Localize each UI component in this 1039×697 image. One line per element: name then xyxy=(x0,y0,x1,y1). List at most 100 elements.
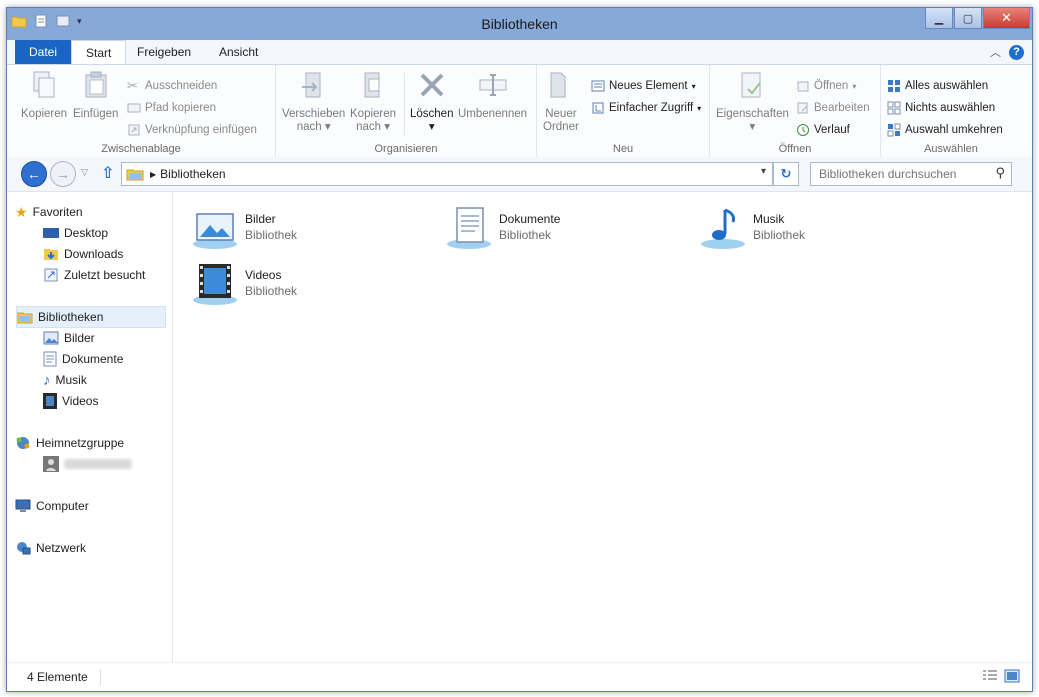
nav-item-zuletzt-besucht[interactable]: Zuletzt besucht xyxy=(43,265,145,285)
neuer-ordner-button[interactable]: Neuer Ordner xyxy=(543,69,579,134)
library-name: Bilder xyxy=(245,212,276,226)
nav-item-musik[interactable]: ♪ Musik xyxy=(43,370,87,390)
neues-element-button[interactable]: Neues Element ▾ xyxy=(591,77,696,95)
library-tile-videos[interactable]: Videos Bibliothek xyxy=(191,260,297,308)
rename-icon xyxy=(479,74,507,96)
close-button[interactable]: ✕ xyxy=(983,8,1030,29)
umbenennen-button[interactable]: Umbenennen xyxy=(458,69,527,121)
verknuepfung-einfuegen-button[interactable]: Verknüpfung einfügen xyxy=(127,121,257,139)
forward-button[interactable]: → xyxy=(50,161,76,187)
tab-start[interactable]: Start xyxy=(71,40,127,66)
group-label-neu: Neu xyxy=(612,143,634,155)
easy-access-icon xyxy=(592,102,604,114)
search-box[interactable]: ⚲ xyxy=(810,162,1012,186)
refresh-icon: ↻ xyxy=(780,166,792,181)
loeschen-button[interactable]: Löschen ▾ xyxy=(410,69,453,134)
auswahl-umkehren-button[interactable]: Auswahl umkehren xyxy=(887,121,1003,139)
navigation-pane: ★ Favoriten Desktop Downloads Zuletzt be… xyxy=(7,192,173,662)
search-input[interactable] xyxy=(817,166,991,182)
library-tile-musik[interactable]: Musik Bibliothek xyxy=(699,204,805,252)
minimize-button[interactable]: ▁ xyxy=(925,8,953,29)
copy-path-icon xyxy=(127,103,141,113)
tab-ansicht[interactable]: Ansicht xyxy=(205,40,272,64)
nav-item-videos[interactable]: Videos xyxy=(43,391,98,411)
explorer-window: ▾ Bibliotheken ▁ ▢ ✕ Datei Start Freigeb… xyxy=(6,7,1033,692)
address-bar[interactable]: ▶ Bibliotheken ▾ xyxy=(121,162,773,186)
open-icon xyxy=(797,81,809,92)
arrow-right-icon: → xyxy=(56,166,70,182)
eigenschaften-button[interactable]: Eigenschaften ▾ xyxy=(716,69,789,134)
oeffnen-button[interactable]: Öffnen ▾ xyxy=(796,77,856,95)
nav-item-bilder[interactable]: Bilder xyxy=(43,328,95,348)
ribbon-tabs: Datei Start Freigeben Ansicht ︿ ? xyxy=(7,40,1032,66)
select-all-icon xyxy=(888,80,900,92)
up-arrow-icon[interactable]: ⇧ xyxy=(101,163,114,183)
computer-icon xyxy=(15,499,31,512)
library-tile-dokumente[interactable]: Dokumente Bibliothek xyxy=(445,204,560,252)
pfad-kopieren-button[interactable]: Pfad kopieren xyxy=(127,99,216,117)
nav-item-netzwerk[interactable]: Netzwerk xyxy=(15,538,86,558)
kopieren-button[interactable]: Kopieren xyxy=(21,69,67,121)
paste-shortcut-icon xyxy=(128,124,140,136)
nav-item-homegroup-user[interactable] xyxy=(43,454,132,474)
history-icon xyxy=(797,124,809,136)
documents-icon xyxy=(43,351,57,367)
ausschneiden-button[interactable]: ✂ Ausschneiden xyxy=(127,77,217,95)
nav-item-desktop[interactable]: Desktop xyxy=(43,223,108,243)
kopieren-nach-button[interactable]: Kopieren nach ▾ xyxy=(350,69,396,134)
dropdown-arrow-icon: ▾ xyxy=(691,81,696,91)
back-button[interactable]: ← xyxy=(21,161,47,187)
properties-icon xyxy=(741,72,762,98)
status-separator xyxy=(100,669,101,685)
dropdown-arrow-icon: ▾ xyxy=(697,103,702,113)
tab-freigeben[interactable]: Freigeben xyxy=(123,40,205,64)
help-icon[interactable]: ? xyxy=(1009,44,1024,60)
group-organisieren: Verschieben nach ▾ Kopieren nach ▾ Lösch… xyxy=(276,65,537,157)
minimize-ribbon-icon[interactable]: ︿ xyxy=(990,44,1001,60)
downloads-icon xyxy=(44,249,58,260)
user-avatar-icon xyxy=(43,456,59,472)
group-neu: Neuer Ordner Neues Element ▾ Einfacher Z… xyxy=(537,65,710,157)
nichts-auswaehlen-button[interactable]: Nichts auswählen xyxy=(887,99,995,117)
library-name: Videos xyxy=(245,268,282,282)
verlauf-button[interactable]: Verlauf xyxy=(796,121,850,139)
new-folder-icon xyxy=(550,72,566,98)
refresh-button[interactable]: ↻ xyxy=(773,162,799,186)
window-controls: ▁ ▢ ✕ xyxy=(924,8,1030,29)
recent-locations-dropdown-icon[interactable]: ▽ xyxy=(81,167,88,178)
search-icon[interactable]: ⚲ xyxy=(995,165,1005,181)
item-count: 4 Elemente xyxy=(27,670,88,684)
bearbeiten-button[interactable]: Bearbeiten xyxy=(796,99,870,117)
verschieben-nach-button[interactable]: Verschieben nach ▾ xyxy=(282,69,345,134)
nav-item-downloads[interactable]: Downloads xyxy=(43,244,123,264)
nav-item-heimnetzgruppe[interactable]: Heimnetzgruppe xyxy=(15,433,124,453)
group-label-auswaehlen: Auswählen xyxy=(924,143,978,155)
recent-places-icon xyxy=(44,268,58,282)
videos-icon xyxy=(43,393,57,409)
new-item-icon xyxy=(591,80,605,92)
window-title: Bibliotheken xyxy=(481,16,558,32)
maximize-button[interactable]: ▢ xyxy=(954,8,982,29)
details-view-icon[interactable] xyxy=(982,669,998,683)
nav-item-dokumente[interactable]: Dokumente xyxy=(43,349,123,369)
videos-library-icon xyxy=(193,264,237,305)
library-tile-bilder[interactable]: Bilder Bibliothek xyxy=(191,204,297,252)
desktop-icon xyxy=(43,228,59,238)
libraries-icon xyxy=(17,312,33,324)
breadcrumb-bibliotheken[interactable]: Bibliotheken xyxy=(160,167,225,181)
tab-datei[interactable]: Datei xyxy=(15,40,72,64)
alles-auswaehlen-button[interactable]: Alles auswählen xyxy=(887,77,988,95)
nav-item-bibliotheken[interactable]: Bibliotheken xyxy=(16,306,166,328)
group-zwischenablage: Kopieren Einfügen ✂ Ausschneiden Pfad ko… xyxy=(7,65,276,157)
close-icon: ✕ xyxy=(1001,10,1012,25)
large-icons-view-icon[interactable] xyxy=(1004,669,1020,683)
address-dropdown-icon[interactable]: ▾ xyxy=(761,166,766,177)
library-name: Musik xyxy=(753,212,785,226)
nav-item-favoriten[interactable]: ★ Favoriten xyxy=(15,202,83,222)
nav-item-computer[interactable]: Computer xyxy=(15,496,89,516)
ribbon: Kopieren Einfügen ✂ Ausschneiden Pfad ko… xyxy=(7,64,1032,158)
copy-to-icon xyxy=(364,72,380,98)
einfacher-zugriff-button[interactable]: Einfacher Zugriff ▾ xyxy=(591,99,701,117)
minimize-icon: ▁ xyxy=(934,12,944,25)
einfuegen-button[interactable]: Einfügen xyxy=(73,69,118,121)
